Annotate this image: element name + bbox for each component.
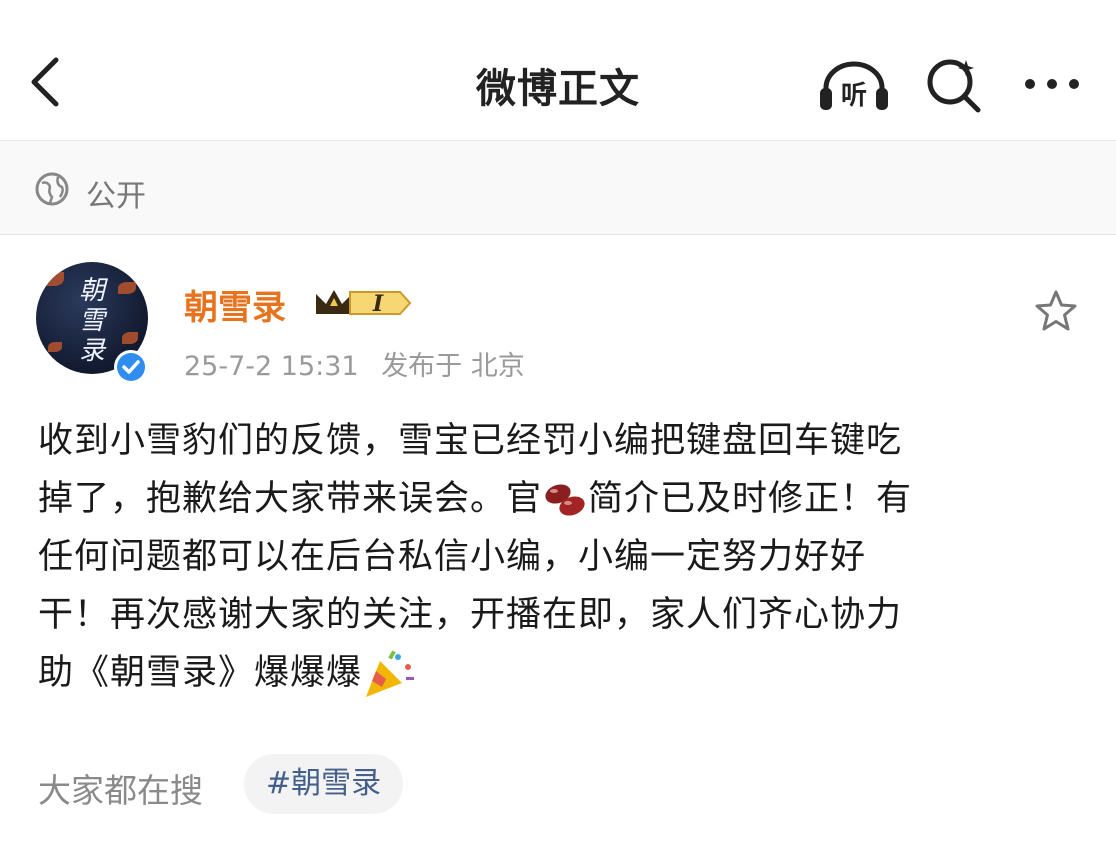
globe-icon — [35, 172, 69, 206]
post-meta: 25-7-2 15:31 发布于 北京 — [184, 344, 525, 383]
more-button[interactable] — [1020, 66, 1084, 102]
listen-button[interactable]: 听 — [818, 58, 890, 114]
bean-emoji — [545, 484, 585, 516]
verified-icon — [117, 353, 145, 381]
author-name[interactable]: 朝雪录 — [184, 280, 286, 329]
post-line: 掉了，抱歉给大家带来误会。官 简介已及时修正！有 — [38, 470, 1088, 528]
post-line: 任何问题都可以在后台私信小编，小编一定努力好好 — [38, 537, 867, 577]
search-button[interactable] — [922, 54, 986, 114]
star-icon — [1035, 290, 1077, 331]
visibility-bar: 公开 — [0, 141, 1116, 235]
favorite-button[interactable] — [1032, 288, 1080, 336]
verified-badge — [114, 350, 148, 384]
trending-label: 大家都在搜 — [38, 771, 203, 810]
search-icon — [927, 59, 981, 113]
post-line: 收到小雪豹们的反馈，雪宝已经罚小编把键盘回车键吃 — [38, 421, 903, 461]
vip-level: I — [372, 291, 384, 317]
hashtag-chip[interactable]: #朝雪录 — [244, 754, 404, 814]
post-line-segment: 掉了，抱歉给大家带来误会。官 — [38, 479, 543, 519]
post-line-segment: 简介已及时修正！有 — [588, 479, 913, 519]
post-body: 收到小雪豹们的反馈，雪宝已经罚小编把键盘回车键吃 掉了，抱歉给大家带来误会。官 … — [38, 412, 1088, 702]
vip-crown-icon: I — [316, 290, 412, 317]
visibility-label: 公开 — [86, 179, 146, 214]
post-line-segment: 助《朝雪录》爆爆爆 — [38, 653, 363, 693]
post-date: 25-7-2 15:31 — [184, 351, 359, 382]
post-line: 助《朝雪录》爆爆爆 — [38, 644, 1088, 702]
listen-label: 听 — [841, 81, 867, 111]
post-line: 干！再次感谢大家的关注，开播在即，家人们齐心协力 — [38, 595, 903, 635]
party-popper-emoji — [366, 650, 415, 697]
top-nav-bar: 微博正文 听 — [0, 0, 1116, 141]
more-icon — [1025, 79, 1079, 89]
post-location: 发布于 北京 — [381, 351, 525, 382]
listen-icon: 听 — [820, 61, 888, 111]
